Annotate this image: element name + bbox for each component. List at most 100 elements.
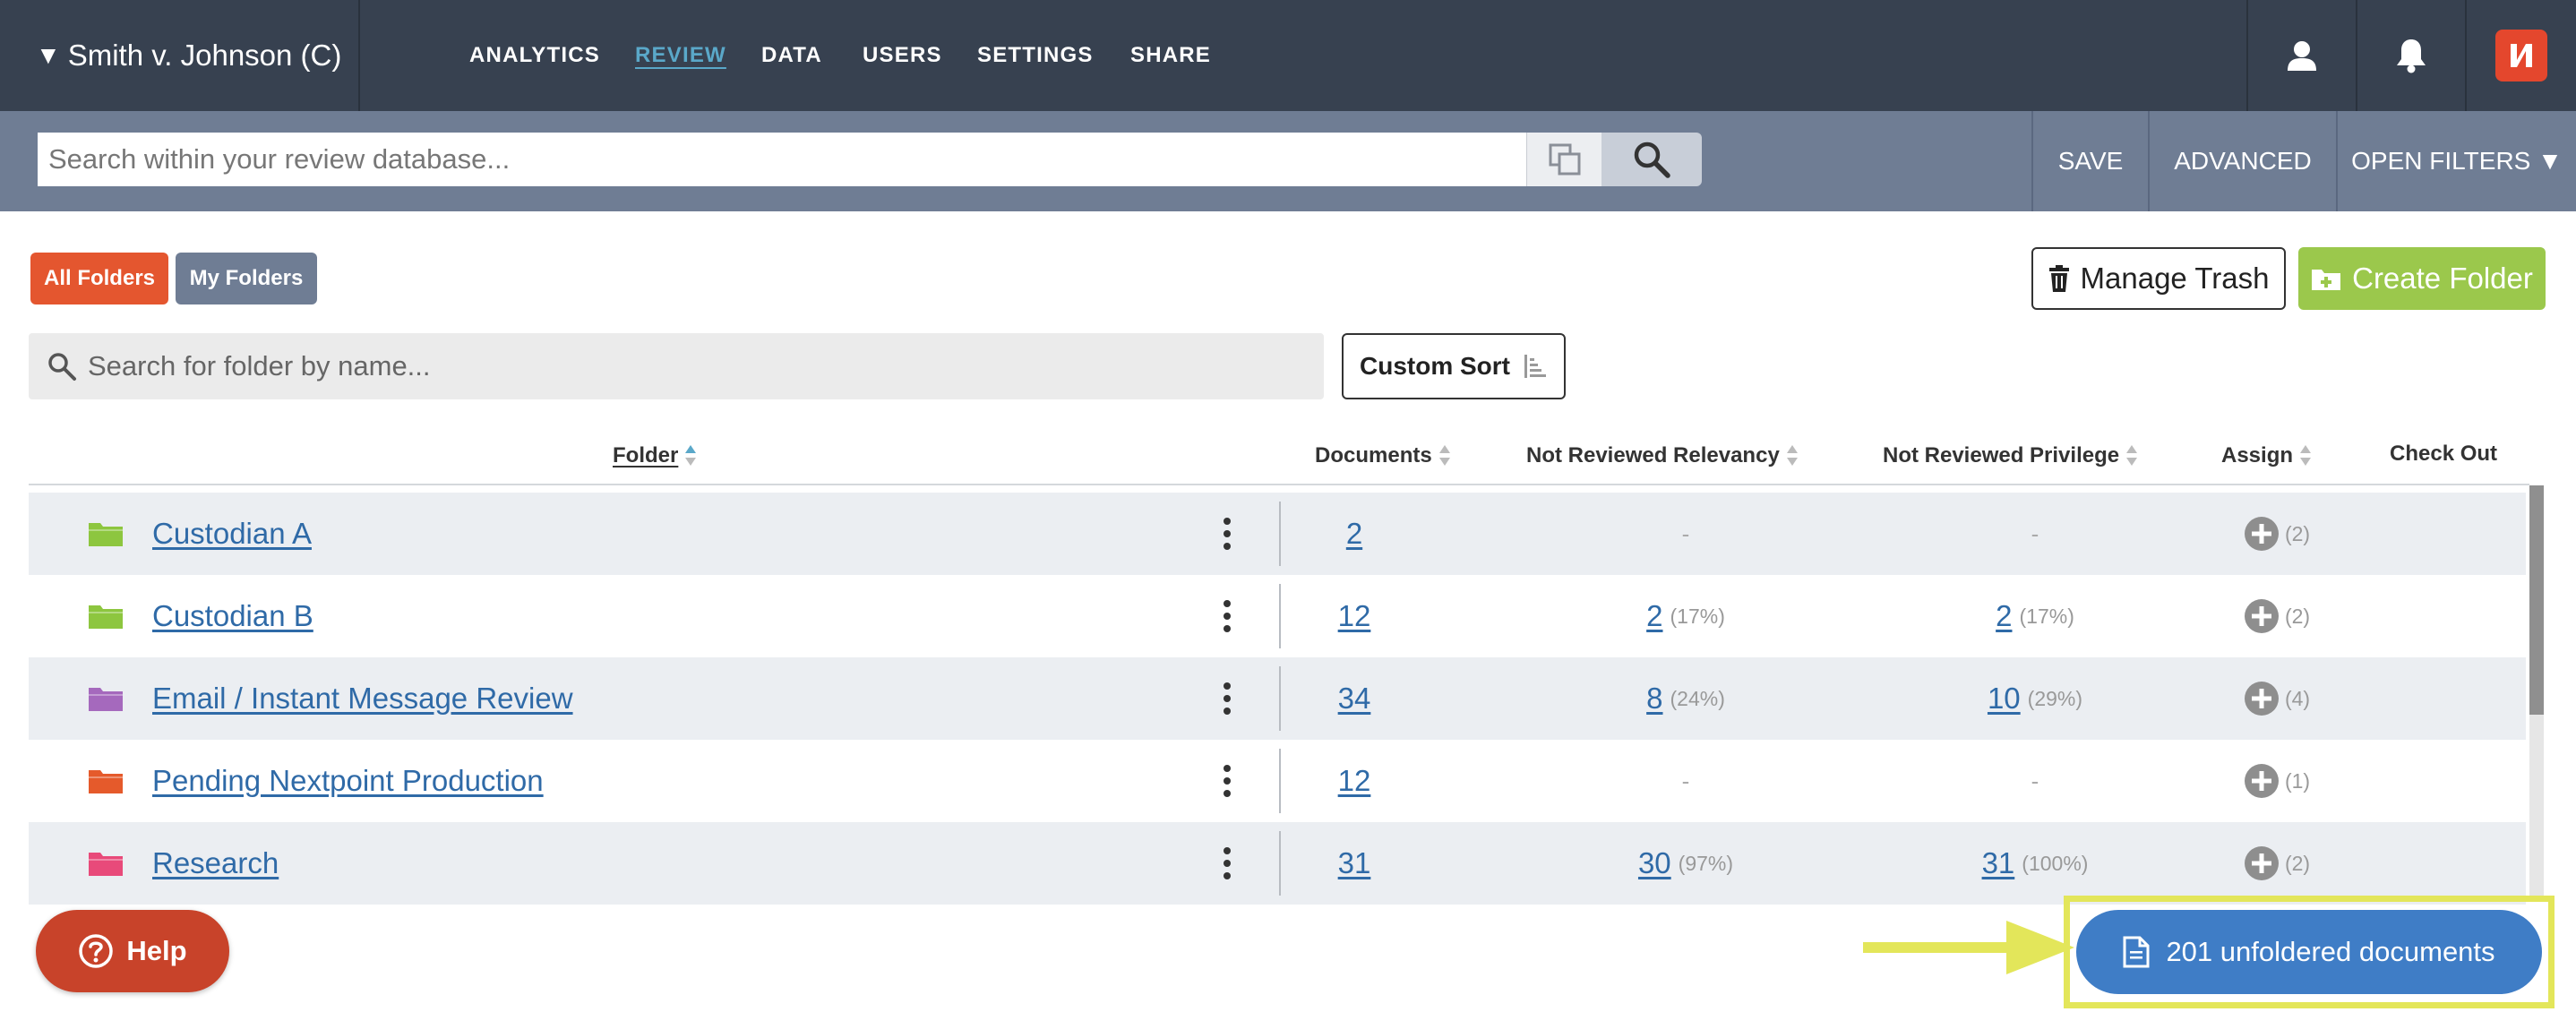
nr-privilege-link[interactable]: 10 <box>1988 682 2021 716</box>
documents-count-link[interactable]: 12 <box>1338 764 1371 798</box>
folder-options-icon[interactable] <box>1222 845 1232 881</box>
assign-button[interactable]: (4) <box>2244 681 2310 716</box>
assign-count: (2) <box>2284 604 2311 628</box>
table-scrollbar[interactable] <box>2529 485 2544 896</box>
nr-relevancy-cell: 2 (17%) <box>1551 575 1820 657</box>
user-menu-button[interactable] <box>2246 0 2356 111</box>
column-header-check-out: Check Out <box>2390 442 2498 466</box>
notifications-button[interactable] <box>2356 0 2465 111</box>
nr-relevancy-link[interactable]: 2 <box>1646 599 1662 633</box>
sort-icon <box>1786 444 1798 467</box>
assign-cell: (1) <box>2214 740 2340 822</box>
assign-button[interactable]: (2) <box>2244 845 2310 881</box>
document-icon <box>2123 936 2150 968</box>
assign-button[interactable]: (2) <box>2244 516 2310 552</box>
folder-options-icon[interactable] <box>1222 598 1232 634</box>
table-row: Research 31 30 (97%) 31 (100%) (2) <box>29 822 2526 905</box>
case-selector[interactable]: ▼ Smith v. Johnson (C) <box>0 0 360 111</box>
folder-name-link[interactable]: Research <box>152 822 279 905</box>
assign-count: (4) <box>2284 686 2311 710</box>
save-search-button[interactable]: SAVE <box>2031 111 2148 211</box>
column-divider <box>1279 749 1281 813</box>
empty-value: - <box>1681 519 1690 547</box>
nav-users[interactable]: USERS <box>863 0 942 111</box>
column-header-assign-label: Assign <box>2221 443 2294 467</box>
nav-share[interactable]: SHARE <box>1130 0 1211 111</box>
brand-menu[interactable] <box>2465 0 2576 111</box>
plus-circle-icon <box>2244 599 2279 633</box>
assign-button[interactable]: (1) <box>2244 763 2310 799</box>
folder-options-icon[interactable] <box>1222 681 1232 716</box>
nr-privilege-cell: 31 (100%) <box>1901 822 2169 905</box>
column-header-nr-relevancy-label: Not Reviewed Relevancy <box>1526 443 1780 467</box>
search-button[interactable] <box>1601 133 1702 186</box>
documents-count-link[interactable]: 31 <box>1338 846 1371 880</box>
advanced-search-button[interactable]: ADVANCED <box>2148 111 2336 211</box>
manage-trash-button[interactable]: Manage Trash <box>2031 247 2286 310</box>
case-caret-icon: ▼ <box>36 41 61 69</box>
column-header-folder[interactable]: Folder <box>613 442 697 469</box>
all-folders-tab[interactable]: All Folders <box>30 253 168 304</box>
folder-options-icon[interactable] <box>1222 763 1232 799</box>
top-navigation: ▼ Smith v. Johnson (C) ANALYTICS REVIEW … <box>0 0 2576 111</box>
column-header-nr-privilege[interactable]: Not Reviewed Privilege <box>1883 442 2138 469</box>
folder-icon <box>89 853 123 876</box>
open-filters-button[interactable]: OPEN FILTERS ▼ <box>2336 111 2576 211</box>
column-header-assign[interactable]: Assign <box>2221 442 2312 469</box>
table-row: Custodian A 2 - - (2) <box>29 493 2526 575</box>
column-header-nr-relevancy[interactable]: Not Reviewed Relevancy <box>1526 442 1798 469</box>
column-header-documents[interactable]: Documents <box>1315 442 1450 469</box>
copy-search-button[interactable] <box>1526 133 1601 186</box>
folder-options-icon[interactable] <box>1222 516 1232 552</box>
sort-icon <box>2300 444 2312 467</box>
folder-icon <box>89 523 123 546</box>
sort-asc-icon <box>685 444 697 467</box>
help-button[interactable]: Help <box>36 910 229 992</box>
column-divider <box>1279 831 1281 896</box>
nr-relevancy-cell: - <box>1551 493 1820 575</box>
documents-cell: 31 <box>1299 822 1410 905</box>
review-search-input[interactable] <box>38 133 1526 186</box>
folder-name-link[interactable]: Email / Instant Message Review <box>152 657 573 740</box>
folder-name-link[interactable]: Custodian A <box>152 493 312 575</box>
nr-privilege-percent: (17%) <box>2019 604 2074 628</box>
empty-value: - <box>1681 767 1690 794</box>
documents-cell: 34 <box>1299 657 1410 740</box>
custom-sort-button[interactable]: Custom Sort <box>1342 333 1566 399</box>
nav-data[interactable]: DATA <box>761 0 822 111</box>
scrollbar-thumb[interactable] <box>2529 485 2544 715</box>
table-row: Pending Nextpoint Production 12 - - (1) <box>29 740 2526 822</box>
column-divider <box>1279 666 1281 731</box>
column-header-nr-privilege-label: Not Reviewed Privilege <box>1883 443 2120 467</box>
custom-sort-label: Custom Sort <box>1360 352 1510 380</box>
nr-relevancy-link[interactable]: 30 <box>1638 846 1671 880</box>
assign-count: (2) <box>2284 521 2311 545</box>
folder-search-input[interactable] <box>88 333 1306 399</box>
sort-icon <box>2126 444 2138 467</box>
nav-settings[interactable]: SETTINGS <box>977 0 1094 111</box>
assign-count: (2) <box>2284 851 2311 875</box>
bell-icon <box>2397 39 2426 73</box>
help-label: Help <box>126 935 187 966</box>
user-icon <box>2288 41 2316 71</box>
nr-privilege-percent: (29%) <box>2027 686 2083 710</box>
assign-button[interactable]: (2) <box>2244 598 2310 634</box>
my-folders-tab[interactable]: My Folders <box>176 253 317 304</box>
documents-count-link[interactable]: 34 <box>1338 682 1371 716</box>
documents-count-link[interactable]: 12 <box>1338 599 1371 633</box>
assign-cell: (4) <box>2214 657 2340 740</box>
folder-name-link[interactable]: Custodian B <box>152 575 313 657</box>
search-icon <box>1634 142 1670 178</box>
create-folder-button[interactable]: Create Folder <box>2298 247 2546 310</box>
unfoldered-documents-button[interactable]: 201 unfoldered documents <box>2076 910 2542 994</box>
nav-analytics[interactable]: ANALYTICS <box>469 0 600 111</box>
sort-icon <box>1438 444 1450 467</box>
nr-privilege-cell: - <box>1901 740 2169 822</box>
folder-name-link[interactable]: Pending Nextpoint Production <box>152 740 544 822</box>
nr-privilege-link[interactable]: 2 <box>1996 599 2012 633</box>
nav-review[interactable]: REVIEW <box>635 0 726 111</box>
nr-privilege-link[interactable]: 31 <box>1982 846 2015 880</box>
search-icon <box>48 353 76 381</box>
documents-count-link[interactable]: 2 <box>1346 517 1362 551</box>
nr-relevancy-link[interactable]: 8 <box>1646 682 1662 716</box>
